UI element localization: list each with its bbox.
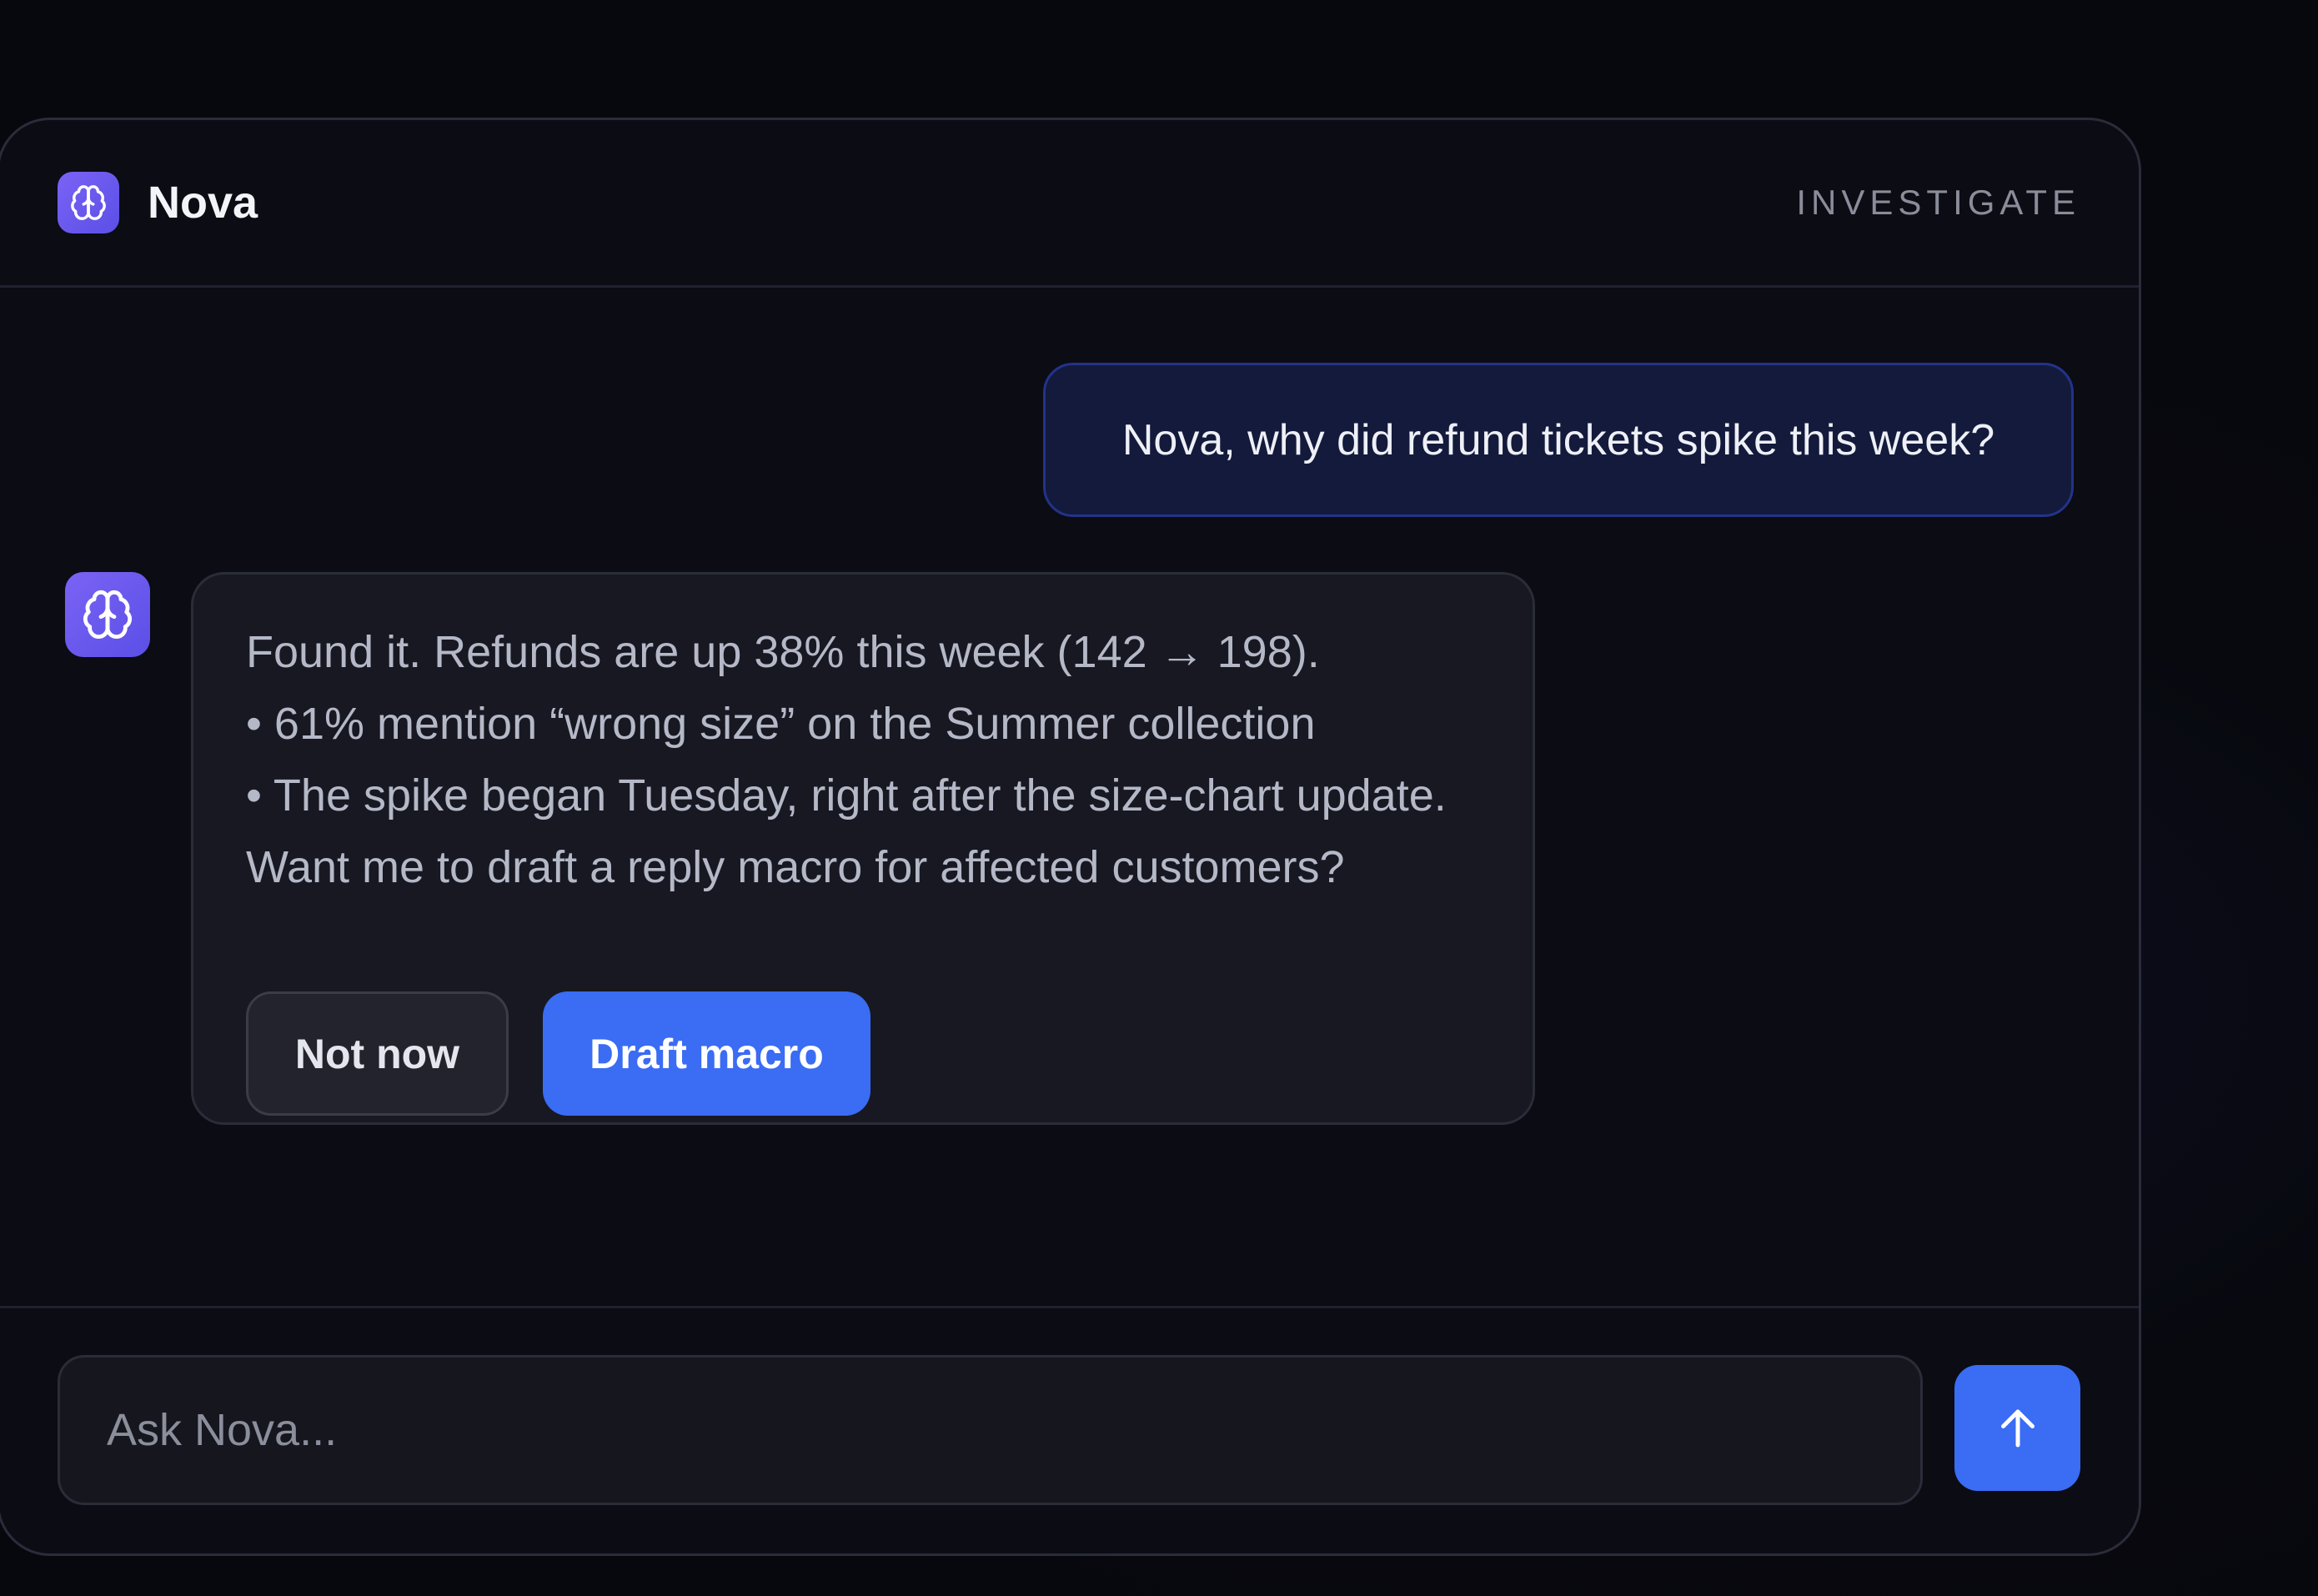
ask-input[interactable] xyxy=(58,1355,1923,1505)
draft-macro-button[interactable]: Draft macro xyxy=(543,991,871,1116)
brain-icon xyxy=(58,172,119,233)
user-message-text: Nova, why did refund tickets spike this … xyxy=(1121,415,1995,464)
send-button[interactable] xyxy=(1954,1365,2080,1491)
brain-icon xyxy=(65,572,150,657)
composer-bar xyxy=(0,1306,2139,1553)
assistant-line-bullet: • 61% mention “wrong size” on the Summer… xyxy=(246,699,1316,749)
arrow-up-icon xyxy=(2000,1409,2035,1447)
assistant-message-text: Found it. Refunds are up 38% this week (… xyxy=(246,616,1447,903)
user-message-bubble: Nova, why did refund tickets spike this … xyxy=(1043,363,2074,517)
not-now-button[interactable]: Not now xyxy=(246,991,509,1116)
assistant-line-summary: Found it. Refunds are up 38% this week (… xyxy=(246,627,1320,677)
assistant-line-question: Want me to draft a reply macro for affec… xyxy=(246,842,1345,892)
app-title: Nova xyxy=(148,178,258,228)
assistant-line-bullet: • The spike began Tuesday, right after t… xyxy=(246,770,1447,821)
chat-window: Nova INVESTIGATE Nova, why did refund ti… xyxy=(0,118,2141,1556)
mode-label: INVESTIGATE xyxy=(1796,183,2080,222)
chat-header: Nova INVESTIGATE xyxy=(0,120,2139,288)
assistant-message-bubble: Found it. Refunds are up 38% this week (… xyxy=(191,572,1535,1125)
